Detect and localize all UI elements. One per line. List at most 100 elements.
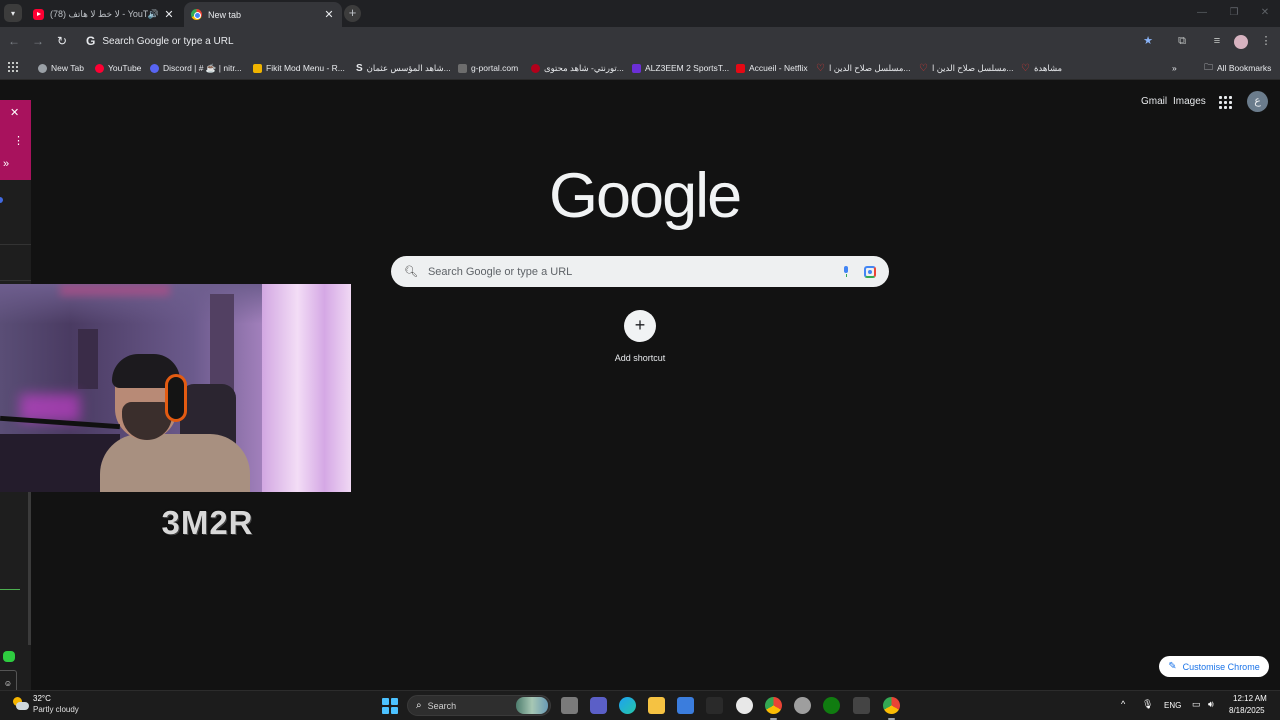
bookmark-label: g-portal.com xyxy=(471,63,519,73)
gmail-link[interactable]: Gmail xyxy=(1141,96,1167,107)
bookmark-star-icon[interactable]: ★ xyxy=(1140,33,1156,49)
network-icon[interactable]: ▭ xyxy=(1192,699,1201,710)
heart-icon: ♡ xyxy=(816,62,825,74)
search-box[interactable]: 🔍︎ Search Google or type a URL xyxy=(391,256,889,287)
bookmark-new-tab[interactable]: New Tab xyxy=(38,61,84,75)
taskbar: 32°C Partly cloudy ⌕ Search ^ 🎙︎ ENG ▭ 🔊… xyxy=(0,690,1280,720)
microphone-icon[interactable]: 🎙︎ xyxy=(1142,699,1153,710)
app-icon[interactable] xyxy=(706,697,723,714)
plus-icon: + xyxy=(624,310,656,342)
heart-icon: ♡ xyxy=(919,62,928,74)
tab-title: (78) لا خط لا هاتف - YouTube xyxy=(50,9,148,19)
start-button[interactable] xyxy=(382,698,398,714)
menu-icon[interactable]: ⋮ xyxy=(1258,33,1274,49)
more-options-icon[interactable]: ⋮ xyxy=(13,134,24,147)
file-explorer-icon[interactable] xyxy=(648,697,665,714)
bookmarks-overflow-button[interactable]: » xyxy=(1172,61,1177,75)
v-icon xyxy=(632,63,641,73)
bookmark-salah-2[interactable]: ♡ مسلسل صلاح الدين ا... xyxy=(919,61,1014,75)
images-link[interactable]: Images xyxy=(1173,96,1206,107)
weather-description[interactable]: Partly cloudy xyxy=(33,705,79,714)
address-bar[interactable]: G Search Google or type a URL xyxy=(80,29,1170,53)
bookmark-discord[interactable]: Discord | # ☕ | nitr... xyxy=(150,61,242,75)
all-bookmarks-label: All Bookmarks xyxy=(1217,63,1272,73)
google-lens-icon[interactable] xyxy=(864,265,876,278)
google-apps-icon[interactable] xyxy=(1219,96,1232,109)
chevron-double-right-icon: » xyxy=(1172,63,1177,73)
minimize-button[interactable]: — xyxy=(1192,4,1212,22)
bookmark-torrent[interactable]: تورنتي- شاهد محتوى... xyxy=(531,61,624,75)
chrome-icon[interactable] xyxy=(883,697,900,720)
tab-strip: ▾ (78) لا خط لا هاتف - YouTube 🔊 ✕ New t… xyxy=(0,0,1280,27)
bookmark-label: Fikit Mod Menu - R... xyxy=(266,63,345,73)
clock-time[interactable]: 12:12 AM xyxy=(1233,694,1267,703)
app-icon[interactable] xyxy=(853,697,870,714)
divider xyxy=(0,589,20,590)
discord-icon[interactable] xyxy=(794,697,811,714)
xbox-icon[interactable] xyxy=(823,697,840,714)
bookmark-alz3eem[interactable]: ALZ3EEM 2 SportsT... xyxy=(632,61,729,75)
steam-icon[interactable] xyxy=(736,697,753,714)
apps-icon[interactable] xyxy=(8,62,18,72)
toolbar: ← → ↻ G Search Google or type a URL ★ ⧉ … xyxy=(0,27,1280,55)
new-tab-page: Gmail Images ع Google 🔍︎ Search Google o… xyxy=(0,80,1280,697)
edge-icon[interactable] xyxy=(619,697,636,714)
customise-chrome-label: Customise Chrome xyxy=(1182,661,1260,672)
close-icon[interactable]: ✕ xyxy=(322,8,336,22)
account-avatar[interactable]: ع xyxy=(1247,91,1268,112)
forward-button[interactable]: → xyxy=(29,32,47,50)
bookmark-label: مسلسل صلاح الدين ا... xyxy=(828,62,911,73)
taskbar-search-label: Search xyxy=(427,700,457,711)
customise-chrome-button[interactable]: ✎ Customise Chrome xyxy=(1159,656,1269,677)
chevron-double-right-icon[interactable]: » xyxy=(3,158,9,170)
search-icon: ⌕ xyxy=(416,700,422,711)
bookmark-salah-1[interactable]: ♡ مسلسل صلاح الدين ا... xyxy=(816,61,911,75)
bookmark-netflix[interactable]: Accueil - Netflix xyxy=(736,61,808,75)
side-panel-header: ✕ ⋮ » xyxy=(0,100,31,180)
bookmark-fikit[interactable]: Fikit Mod Menu - R... xyxy=(253,61,345,75)
profile-avatar[interactable] xyxy=(1234,35,1248,49)
chat-icon[interactable] xyxy=(3,651,15,662)
restore-button[interactable]: ❐ xyxy=(1224,4,1244,22)
tab-youtube[interactable]: (78) لا خط لا هاتف - YouTube 🔊 ✕ xyxy=(26,2,182,27)
bookmark-youtube[interactable]: YouTube xyxy=(95,61,141,75)
tab-new-tab[interactable]: New tab ✕ xyxy=(184,2,342,27)
youtube-icon xyxy=(95,63,104,73)
new-tab-button[interactable]: + xyxy=(344,5,361,22)
media-controls-icon[interactable]: ≡ xyxy=(1209,33,1225,49)
bookmark-gportal[interactable]: g-portal.com xyxy=(458,61,518,75)
clock-date[interactable]: 8/18/2025 xyxy=(1229,706,1265,715)
teams-icon[interactable] xyxy=(590,697,607,714)
chrome-icon xyxy=(191,9,202,20)
chevron-up-icon[interactable]: ^ xyxy=(1121,699,1125,709)
weather-temperature[interactable]: 32°C xyxy=(33,694,51,703)
bookmark-watch[interactable]: ♡ مشاهدة xyxy=(1021,61,1062,75)
search-icon: 🔍︎ xyxy=(404,266,418,278)
microphone-icon[interactable] xyxy=(841,265,851,278)
youtube-icon xyxy=(33,9,44,20)
chevron-down-icon: ▾ xyxy=(10,8,15,18)
bookmark-label: Discord | # ☕ | nitr... xyxy=(163,62,242,73)
volume-icon[interactable]: 🔊︎ xyxy=(1208,699,1214,710)
back-button[interactable]: ← xyxy=(5,32,23,50)
add-shortcut-tile[interactable]: + Add shortcut xyxy=(600,310,680,363)
all-bookmarks-button[interactable]: 🗀 All Bookmarks xyxy=(1204,61,1271,75)
bookmark-osman[interactable]: S شاهد المؤسس عثمان... xyxy=(356,61,451,75)
headset-icon xyxy=(165,374,187,422)
tab-search-button[interactable]: ▾ xyxy=(4,4,22,22)
extensions-icon[interactable]: ⧉ xyxy=(1174,33,1190,49)
language-indicator[interactable]: ENG xyxy=(1164,701,1181,710)
close-icon[interactable]: ✕ xyxy=(10,106,19,119)
chrome-icon[interactable] xyxy=(765,697,782,720)
folder-icon: 🗀 xyxy=(1204,62,1214,72)
window-close-button[interactable]: ✕ xyxy=(1255,4,1275,22)
task-view-icon[interactable] xyxy=(561,697,578,714)
close-icon[interactable]: ✕ xyxy=(162,8,176,22)
partly-cloudy-icon[interactable] xyxy=(13,697,29,711)
taskbar-search[interactable]: ⌕ Search xyxy=(407,695,551,716)
status-dot xyxy=(0,197,3,203)
microsoft-store-icon[interactable] xyxy=(677,697,694,714)
reload-button[interactable]: ↻ xyxy=(53,32,71,50)
streamer-name: 3M2R xyxy=(161,504,254,541)
speaker-icon[interactable]: 🔊 xyxy=(148,9,159,20)
